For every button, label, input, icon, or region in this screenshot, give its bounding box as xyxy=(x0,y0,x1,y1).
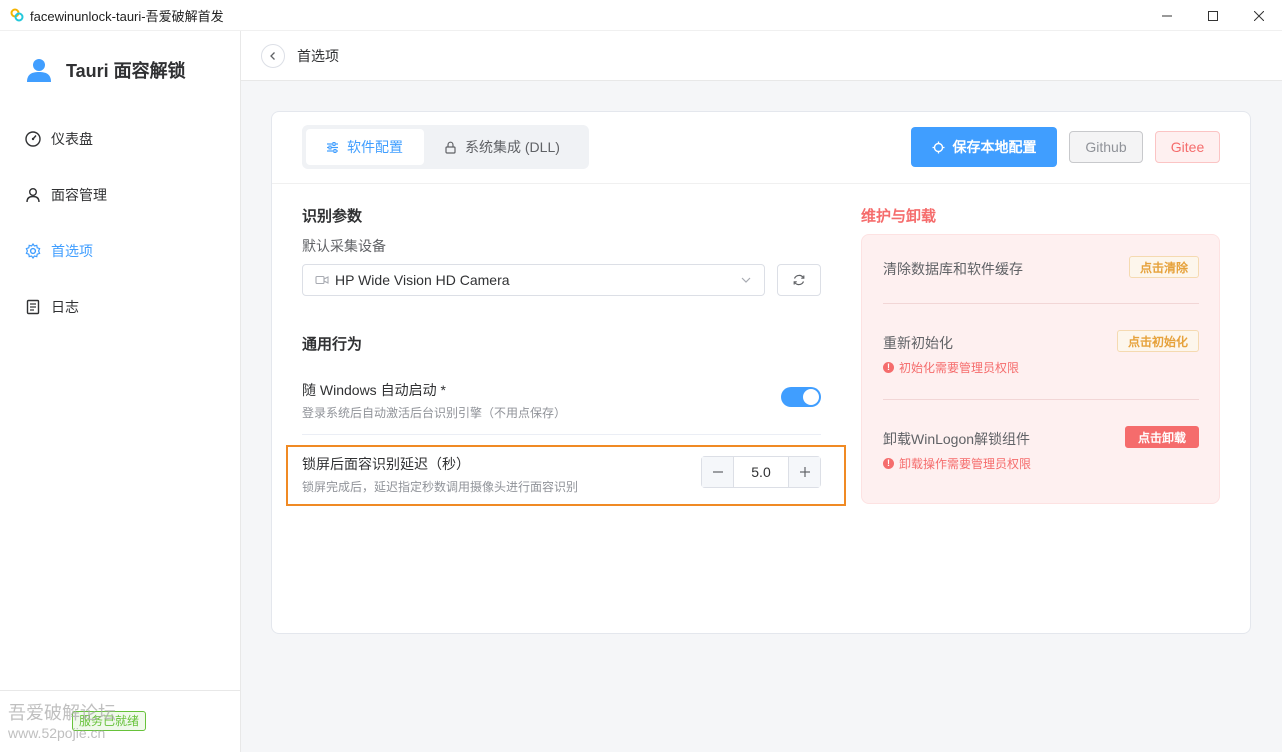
sidebar-item-dashboard[interactable]: 仪表盘 xyxy=(0,111,240,167)
settings-card: 软件配置 系统集成 (DLL) 保存本地配置 Github Gitee 识别参数… xyxy=(271,111,1251,634)
toggle-knob xyxy=(803,389,819,405)
title-bar: facewinunlock-tauri-吾爱破解首发 xyxy=(0,0,1282,31)
warning-icon: ! xyxy=(883,362,894,373)
decrease-button[interactable] xyxy=(702,457,734,487)
uninstall-note: ! 卸载操作需要管理员权限 xyxy=(883,455,1031,472)
reinit-label: 重新初始化 xyxy=(883,335,953,351)
tab-software-config[interactable]: 软件配置 xyxy=(306,129,424,165)
card-toolbar: 软件配置 系统集成 (DLL) 保存本地配置 Github Gitee xyxy=(272,112,1250,184)
brand: Tauri 面容解锁 xyxy=(26,57,186,83)
watermark: 吾爱破解论坛 www.52pojie.cn xyxy=(8,703,116,743)
chevron-left-icon xyxy=(270,51,275,60)
window-controls xyxy=(1144,0,1282,31)
autostart-description: 登录系统后自动激活后台识别引擎（不用点保存） xyxy=(302,406,567,420)
divider xyxy=(883,303,1199,304)
delay-description: 锁屏完成后，延迟指定秒数调用摄像头进行面容识别 xyxy=(302,480,579,494)
delay-stepper: 5.0 xyxy=(701,456,821,488)
uninstall-note-text: 卸载操作需要管理员权限 xyxy=(899,457,1032,471)
settings-tabs: 软件配置 系统集成 (DLL) xyxy=(302,125,589,169)
refresh-devices-button[interactable] xyxy=(777,264,821,296)
user-icon xyxy=(25,187,41,203)
uninstall-label: 卸载WinLogon解锁组件 xyxy=(883,431,1031,447)
toolbar-actions: 保存本地配置 Github Gitee xyxy=(911,127,1220,167)
tab-system-integration[interactable]: 系统集成 (DLL) xyxy=(424,129,580,165)
chevron-down-icon xyxy=(740,274,752,286)
plus-icon xyxy=(799,467,810,477)
uninstall-button[interactable]: 点击卸载 xyxy=(1124,426,1199,448)
save-config-label: 保存本地配置 xyxy=(952,139,1037,155)
sidebar-item-label: 面容管理 xyxy=(51,187,107,203)
sidebar-item-label: 仪表盘 xyxy=(51,131,93,147)
autostart-toggle[interactable] xyxy=(781,387,821,407)
reinit-button[interactable]: 点击初始化 xyxy=(1116,330,1199,352)
maximize-button[interactable] xyxy=(1190,0,1236,31)
watermark-text: 吾爱破解论坛 xyxy=(8,703,116,723)
page-title: 首选项 xyxy=(297,47,339,64)
chip-icon xyxy=(932,141,945,154)
refresh-icon xyxy=(793,274,805,286)
sidebar-item-label: 日志 xyxy=(51,299,79,315)
gitee-button[interactable]: Gitee xyxy=(1155,131,1220,163)
page-header: 首选项 xyxy=(241,31,1282,81)
reinit-note-text: 初始化需要管理员权限 xyxy=(899,361,1020,375)
divider xyxy=(883,399,1199,400)
back-button[interactable] xyxy=(261,43,285,68)
main-content: 软件配置 系统集成 (DLL) 保存本地配置 Github Gitee 识别参数… xyxy=(241,81,1282,752)
dashboard-icon xyxy=(25,131,41,147)
sidebar: Tauri 面容解锁 仪表盘 面容管理 首选项 日志 服务已就绪 吾爱破解论坛 … xyxy=(0,31,241,752)
app-logo-icon xyxy=(10,8,24,22)
lock-icon xyxy=(444,141,457,154)
brand-name: Tauri 面容解锁 xyxy=(66,61,186,81)
minimize-icon xyxy=(1162,15,1172,16)
tab-label: 系统集成 (DLL) xyxy=(465,139,560,155)
save-config-button[interactable]: 保存本地配置 xyxy=(911,127,1057,167)
camera-device-value: HP Wide Vision HD Camera xyxy=(335,272,510,288)
tab-label: 软件配置 xyxy=(347,139,403,155)
warning-icon: ! xyxy=(883,458,894,469)
close-icon xyxy=(1254,10,1264,21)
clear-cache-button[interactable]: 点击清除 xyxy=(1128,256,1199,278)
minus-icon xyxy=(712,471,723,473)
behavior-section-title: 通用行为 xyxy=(302,336,363,353)
minimize-button[interactable] xyxy=(1144,0,1190,31)
sidebar-item-logs[interactable]: 日志 xyxy=(0,279,240,335)
user-avatar-icon xyxy=(27,59,51,82)
device-field-label: 默认采集设备 xyxy=(302,238,386,254)
increase-button[interactable] xyxy=(788,457,820,487)
sliders-icon xyxy=(326,141,339,154)
recognition-section-title: 识别参数 xyxy=(302,208,363,225)
document-icon xyxy=(25,299,41,315)
gear-icon xyxy=(25,243,41,259)
video-camera-icon xyxy=(315,274,329,286)
github-button[interactable]: Github xyxy=(1069,131,1143,163)
sidebar-item-face-management[interactable]: 面容管理 xyxy=(0,167,240,223)
reinit-note: ! 初始化需要管理员权限 xyxy=(883,359,1019,376)
camera-device-select[interactable]: HP Wide Vision HD Camera xyxy=(302,264,765,296)
watermark-url: www.52pojie.cn xyxy=(8,725,106,741)
autostart-title: 随 Windows 自动启动 * xyxy=(302,382,446,398)
delay-value-input[interactable]: 5.0 xyxy=(734,457,788,487)
sidebar-item-preferences[interactable]: 首选项 xyxy=(0,223,240,279)
delay-title: 锁屏后面容识别延迟（秒） xyxy=(302,456,470,472)
sidebar-nav: 仪表盘 面容管理 首选项 日志 xyxy=(0,111,240,335)
window-title: facewinunlock-tauri-吾爱破解首发 xyxy=(30,8,224,24)
maintenance-title: 维护与卸载 xyxy=(861,208,937,225)
maximize-icon xyxy=(1208,10,1218,21)
sidebar-item-label: 首选项 xyxy=(51,243,93,259)
clear-cache-label: 清除数据库和软件缓存 xyxy=(883,261,1023,277)
divider xyxy=(302,434,821,435)
maintenance-panel: 清除数据库和软件缓存 点击清除 重新初始化 点击初始化 ! 初始化需要管理员权限… xyxy=(861,234,1220,504)
close-window-button[interactable] xyxy=(1236,0,1282,31)
sidebar-footer: 服务已就绪 吾爱破解论坛 www.52pojie.cn xyxy=(0,690,240,752)
